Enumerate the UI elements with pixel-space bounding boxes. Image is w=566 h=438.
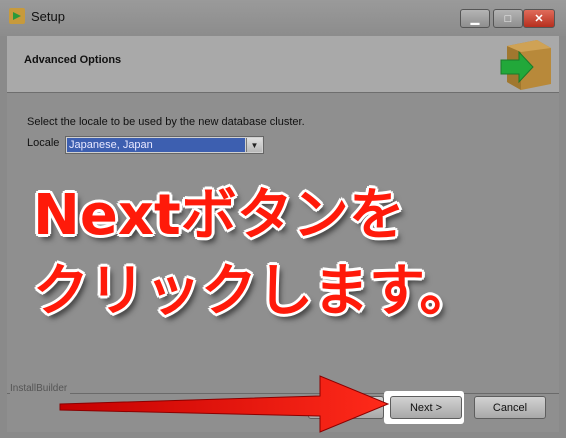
maximize-icon: □ — [504, 12, 512, 25]
minimize-button[interactable]: ▁ — [460, 9, 490, 28]
chevron-down-icon[interactable]: ▼ — [246, 138, 262, 152]
overlay-caption-line2: クリックします。 — [33, 259, 476, 324]
close-icon: ✕ — [534, 13, 544, 25]
box-arrow-icon — [500, 40, 551, 90]
locale-value: Japanese, Japan — [67, 138, 245, 152]
maximize-button[interactable]: □ — [493, 9, 523, 28]
back-button[interactable] — [308, 396, 384, 419]
locale-select[interactable]: Japanese, Japan ▼ — [65, 136, 264, 154]
header-panel: Advanced Options — [7, 36, 559, 93]
next-button[interactable]: Next > — [390, 396, 462, 419]
locale-label: Locale — [27, 137, 60, 149]
footer-divider — [7, 393, 559, 394]
minimize-icon: ▁ — [470, 13, 480, 25]
installbuilder-label: InstallBuilder — [10, 383, 71, 394]
title-bar: Setup ▁ □ ✕ — [0, 0, 566, 36]
cancel-button[interactable]: Cancel — [474, 396, 546, 419]
overlay-caption-line1: Nextボタンを — [33, 183, 405, 248]
page-title: Advanced Options — [24, 54, 122, 66]
window-title: Setup — [31, 9, 65, 24]
dialog-body: Advanced Options Select the locale to be… — [7, 36, 559, 432]
setup-box-icon — [9, 8, 25, 24]
instructions-text: Select the locale to be used by the new … — [27, 116, 305, 128]
close-button[interactable]: ✕ — [523, 9, 555, 28]
